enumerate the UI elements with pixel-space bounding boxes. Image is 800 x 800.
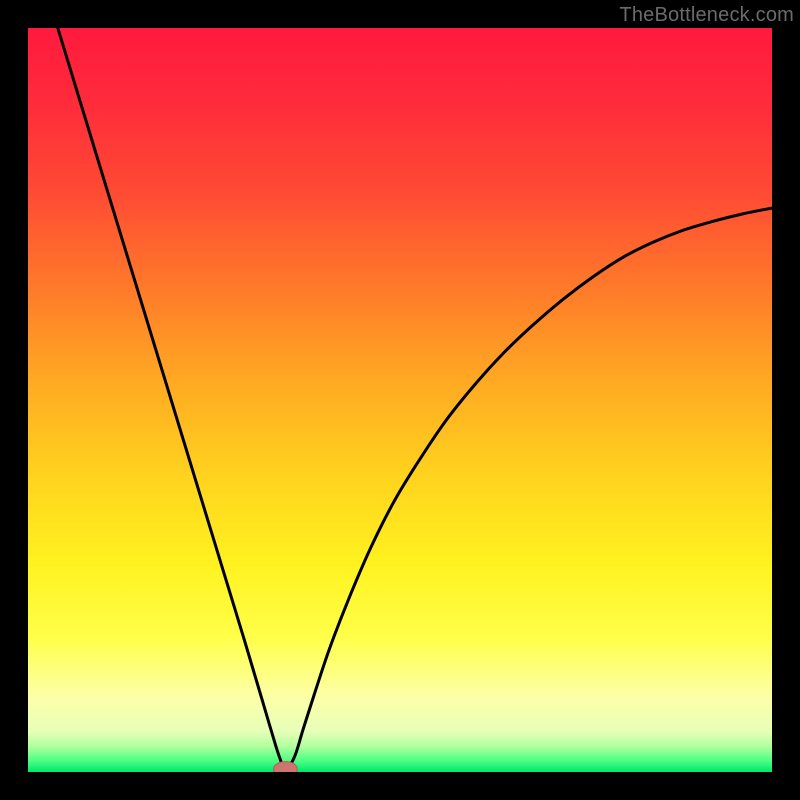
gradient-background bbox=[28, 28, 772, 772]
watermark-text: TheBottleneck.com bbox=[619, 4, 794, 27]
chart-frame bbox=[28, 28, 772, 772]
bottleneck-chart bbox=[28, 28, 772, 772]
minimum-marker bbox=[274, 762, 298, 772]
